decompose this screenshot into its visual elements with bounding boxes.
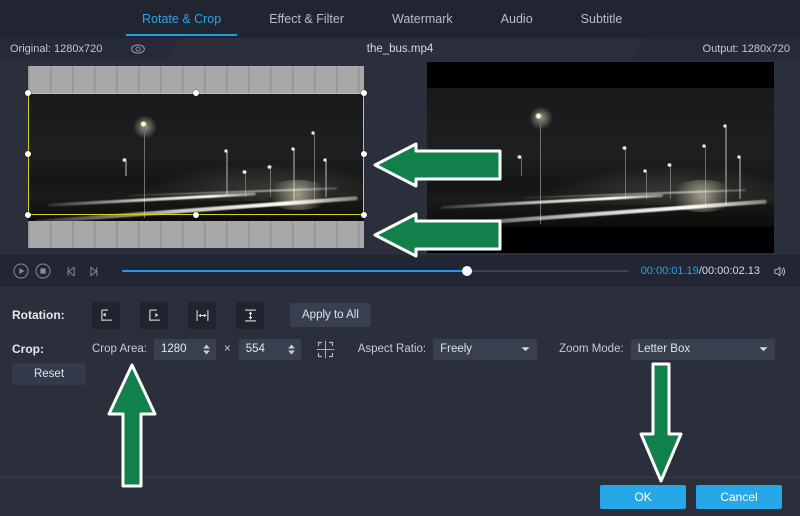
tab-label: Rotate & Crop (142, 12, 221, 26)
letterbox-bar-bottom (28, 221, 364, 248)
output-letterbox-bottom (427, 227, 774, 253)
tab-label: Effect & Filter (269, 12, 344, 26)
volume-icon[interactable] (768, 260, 790, 282)
tab-watermark[interactable]: Watermark (368, 0, 477, 38)
crop-width-stepper[interactable] (154, 339, 216, 360)
cancel-label: Cancel (720, 490, 757, 504)
rotate-right-button[interactable] (140, 302, 168, 329)
previous-frame-icon[interactable] (60, 260, 82, 282)
crop-handle-bottom-left[interactable] (25, 212, 31, 218)
stop-icon[interactable] (32, 260, 54, 282)
next-frame-icon[interactable] (82, 260, 104, 282)
crop-label: Crop: (0, 342, 92, 356)
playback-bar: 00:00:01.19/00:00:02.13 (0, 255, 800, 287)
crop-handle-bottom-center[interactable] (193, 212, 199, 218)
zoom-mode-dropdown[interactable]: Letter Box (631, 339, 775, 360)
video-editor-window: Rotate & Crop Effect & Filter Watermark … (0, 0, 800, 516)
preview-area (0, 60, 800, 255)
crop-handle-top-center[interactable] (193, 90, 199, 96)
rotate-left-button[interactable] (92, 302, 120, 329)
rotation-label: Rotation: (0, 308, 92, 322)
video-scene-output (427, 88, 774, 227)
apply-to-all-label: Apply to All (302, 309, 359, 321)
tab-label: Subtitle (581, 12, 623, 26)
zoom-mode-value: Letter Box (638, 343, 690, 355)
crop-handle-top-right[interactable] (361, 90, 367, 96)
tab-bar: Rotate & Crop Effect & Filter Watermark … (0, 0, 800, 38)
crop-row: Crop: Crop Area: × (0, 336, 800, 362)
zoom-mode-label: Zoom Mode: (559, 343, 624, 355)
rotation-row: Rotation: Apply to All (0, 300, 800, 330)
crop-width-input[interactable] (161, 343, 199, 355)
eye-icon[interactable] (130, 41, 146, 57)
current-time-label: 00:00:01.19 (641, 265, 699, 277)
editing-controls-panel: Rotation: Apply to All Crop: Crop Area: (0, 287, 800, 477)
reset-button[interactable]: Reset (12, 363, 86, 385)
aspect-ratio-dropdown[interactable]: Freely (433, 339, 537, 360)
aspect-ratio-label: Aspect Ratio: (358, 343, 426, 355)
chevron-down-icon (521, 346, 530, 352)
tab-effect-and-filter[interactable]: Effect & Filter (245, 0, 368, 38)
crop-center-icon[interactable] (315, 339, 336, 360)
output-video-frame[interactable] (427, 62, 774, 253)
crop-handle-middle-left[interactable] (25, 151, 31, 157)
tab-subtitle[interactable]: Subtitle (557, 0, 647, 38)
crop-height-input[interactable] (246, 343, 284, 355)
dimension-separator: × (224, 343, 231, 355)
reset-label: Reset (34, 368, 64, 380)
ok-label: OK (634, 490, 651, 504)
flip-vertical-button[interactable] (236, 302, 264, 329)
crop-handle-bottom-right[interactable] (361, 212, 367, 218)
ok-button[interactable]: OK (600, 485, 686, 509)
crop-height-spin-arrows[interactable] (284, 344, 299, 355)
tab-label: Watermark (392, 12, 453, 26)
crop-handle-top-left[interactable] (25, 90, 31, 96)
tab-label: Audio (501, 12, 533, 26)
crop-width-spin-arrows[interactable] (199, 344, 214, 355)
media-info-bar: the_bus.mp4 Original: 1280x720 Output: 1… (0, 38, 800, 60)
seek-progress (122, 270, 467, 273)
crop-handle-middle-right[interactable] (361, 151, 367, 157)
output-letterbox-top (427, 62, 774, 88)
apply-to-all-button[interactable]: Apply to All (290, 303, 371, 327)
output-preview-pane (400, 60, 800, 255)
original-info-chip: Original: 1280x720 (0, 38, 180, 60)
crop-height-stepper[interactable] (239, 339, 301, 360)
source-preview-pane (0, 60, 400, 255)
output-resolution-label: Output: 1280x720 (703, 43, 790, 55)
crop-area-label: Crop Area: (92, 343, 147, 355)
total-time-label: 00:00:02.13 (702, 265, 760, 277)
play-icon[interactable] (10, 260, 32, 282)
original-resolution-label: Original: 1280x720 (10, 43, 102, 55)
chevron-down-icon (759, 346, 768, 352)
dialog-footer: OK Cancel (0, 477, 800, 516)
tab-audio[interactable]: Audio (477, 0, 557, 38)
flip-horizontal-button[interactable] (188, 302, 216, 329)
tab-rotate-and-crop[interactable]: Rotate & Crop (118, 0, 245, 38)
video-scene-source (28, 93, 364, 221)
seek-handle[interactable] (462, 266, 472, 276)
aspect-ratio-value: Freely (440, 343, 472, 355)
output-info-chip: Output: 1280x720 (630, 38, 800, 60)
seek-slider[interactable] (122, 263, 629, 279)
letterbox-bar-top (28, 66, 364, 93)
cancel-button[interactable]: Cancel (696, 485, 782, 509)
time-display: 00:00:01.19/00:00:02.13 (641, 265, 760, 277)
